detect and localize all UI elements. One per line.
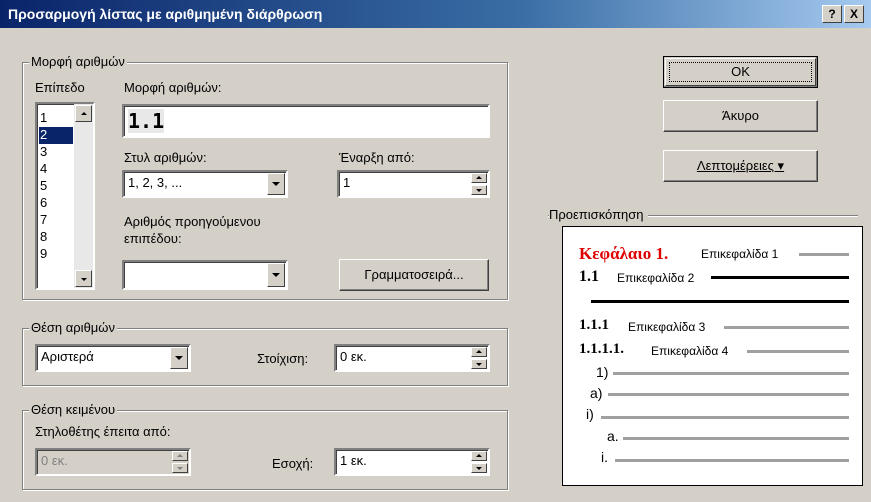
preview-l2-number: 1.1 bbox=[579, 268, 599, 285]
preview-l4-line bbox=[747, 350, 849, 353]
spin-up-icon[interactable] bbox=[172, 451, 188, 461]
chevron-down-icon[interactable] bbox=[267, 263, 285, 287]
preview-l3-number: 1.1.1 bbox=[579, 317, 609, 333]
preview-l6: a) bbox=[590, 385, 603, 401]
format-input[interactable]: 1.1 bbox=[122, 104, 490, 138]
level-item[interactable]: 5 bbox=[39, 178, 73, 195]
chevron-down-icon[interactable] bbox=[267, 173, 285, 195]
font-button[interactable]: Γραμματοσειρά... bbox=[339, 259, 489, 291]
window-title: Προσαρμογή λίστας με αριθμημένη διάρθρωσ… bbox=[8, 6, 323, 22]
tab-after-value: 0 εκ. bbox=[41, 453, 68, 468]
alignment-dropdown-value: Αριστερά bbox=[41, 349, 94, 364]
aligned-at-spinner[interactable]: 0 εκ. bbox=[334, 344, 490, 372]
format-input-value: 1.1 bbox=[128, 109, 165, 133]
scroll-up-arrow-icon[interactable] bbox=[75, 105, 92, 122]
preview-l1-number: Κεφάλαιο 1. bbox=[579, 244, 669, 263]
spin-up-icon[interactable] bbox=[471, 451, 487, 461]
indent-value: 1 εκ. bbox=[340, 453, 367, 468]
spin-down-icon[interactable] bbox=[471, 463, 487, 473]
spin-down-icon[interactable] bbox=[471, 359, 487, 369]
preview-l2-line2 bbox=[591, 300, 849, 303]
details-button[interactable]: Λεπτομέρειες ▾ bbox=[663, 150, 818, 182]
aligned-at-value: 0 εκ. bbox=[340, 349, 367, 364]
indent-spinner[interactable]: 1 εκ. bbox=[334, 448, 490, 476]
level-item-selected[interactable]: 2 bbox=[39, 127, 73, 144]
indent-label: Εσοχή: bbox=[272, 456, 314, 471]
preview-l6-line bbox=[608, 393, 849, 396]
preview-l3-text: Επικεφαλίδα 3 bbox=[628, 320, 706, 334]
tab-after-label: Στηλοθέτης έπειτα από: bbox=[35, 424, 171, 439]
format-label: Μορφή αριθμών: bbox=[124, 80, 222, 95]
level-item[interactable]: 3 bbox=[39, 144, 73, 161]
start-spinner[interactable]: 1 bbox=[337, 170, 490, 198]
level-item[interactable]: 1 bbox=[39, 110, 73, 127]
preview-l8-line bbox=[623, 437, 849, 440]
spin-down-icon[interactable] bbox=[471, 185, 487, 195]
level-item[interactable]: 4 bbox=[39, 161, 73, 178]
style-dropdown-value: 1, 2, 3, ... bbox=[128, 175, 183, 190]
help-button[interactable]: ? bbox=[822, 5, 842, 23]
details-button-label: Λεπτομέρειες ▾ bbox=[696, 158, 785, 173]
style-label: Στυλ αριθμών: bbox=[124, 150, 207, 165]
style-dropdown[interactable]: 1, 2, 3, ... bbox=[122, 170, 288, 198]
aligned-at-label: Στοίχιση: bbox=[257, 351, 309, 366]
spin-down-icon[interactable] bbox=[172, 463, 188, 473]
preview-l8: a. bbox=[607, 428, 619, 444]
spin-up-icon[interactable] bbox=[471, 173, 487, 183]
preview-l1-line bbox=[799, 253, 849, 256]
level-item[interactable]: 6 bbox=[39, 195, 73, 212]
preview-l7: i) bbox=[586, 406, 594, 422]
level-label: Επίπεδο bbox=[35, 80, 85, 95]
preview-l2-text: Επικεφαλίδα 2 bbox=[617, 271, 695, 285]
preview-l7-line bbox=[601, 416, 849, 419]
level-item[interactable]: 9 bbox=[39, 246, 73, 263]
spin-up-icon[interactable] bbox=[471, 347, 487, 357]
prev-level-dropdown[interactable] bbox=[122, 260, 288, 290]
ok-button-label: OK bbox=[731, 64, 750, 79]
preview-l9-line bbox=[615, 459, 849, 462]
number-format-group-label: Μορφή αριθμών bbox=[29, 54, 127, 69]
preview-l5: 1) bbox=[596, 364, 609, 380]
level-item[interactable]: 7 bbox=[39, 212, 73, 229]
preview-l3-line bbox=[724, 326, 849, 329]
preview-l2-line bbox=[711, 276, 849, 279]
tab-after-spinner[interactable]: 0 εκ. bbox=[35, 448, 191, 476]
ok-button[interactable]: OK bbox=[663, 56, 818, 88]
preview-l1-text: Επικεφαλίδα 1 bbox=[701, 247, 779, 261]
title-bar: Προσαρμογή λίστας με αριθμημένη διάρθρωσ… bbox=[0, 0, 871, 28]
prev-level-label-line1: Αριθμός προηγούμενου bbox=[124, 214, 261, 229]
preview-l4-number: 1.1.1.1. bbox=[579, 341, 624, 357]
chevron-down-icon[interactable] bbox=[170, 347, 188, 369]
close-button[interactable]: X bbox=[844, 5, 864, 23]
scroll-down-arrow-icon[interactable] bbox=[75, 270, 92, 287]
level-list[interactable]: 1 2 3 4 5 6 7 8 9 bbox=[35, 102, 95, 290]
start-label: Έναρξη από: bbox=[339, 150, 415, 165]
preview-pane: Κεφάλαιο 1. Επικεφαλίδα 1 1.1 Επικεφαλίδ… bbox=[562, 226, 863, 486]
prev-level-label-line2: επιπέδου: bbox=[124, 231, 182, 246]
preview-l4-text: Επικεφαλίδα 4 bbox=[651, 344, 729, 358]
preview-label: Προεπισκόπηση bbox=[549, 207, 648, 222]
preview-l9: i. bbox=[601, 449, 608, 465]
level-item[interactable]: 8 bbox=[39, 229, 73, 246]
alignment-dropdown[interactable]: Αριστερά bbox=[35, 344, 191, 372]
text-position-group-label: Θέση κειμένου bbox=[29, 402, 118, 417]
level-list-scrollbar[interactable] bbox=[74, 104, 93, 288]
number-position-group-label: Θέση αριθμών bbox=[29, 320, 117, 335]
start-spinner-value: 1 bbox=[343, 175, 351, 190]
preview-l5-line bbox=[613, 372, 849, 375]
cancel-button[interactable]: Άκυρο bbox=[663, 100, 818, 132]
